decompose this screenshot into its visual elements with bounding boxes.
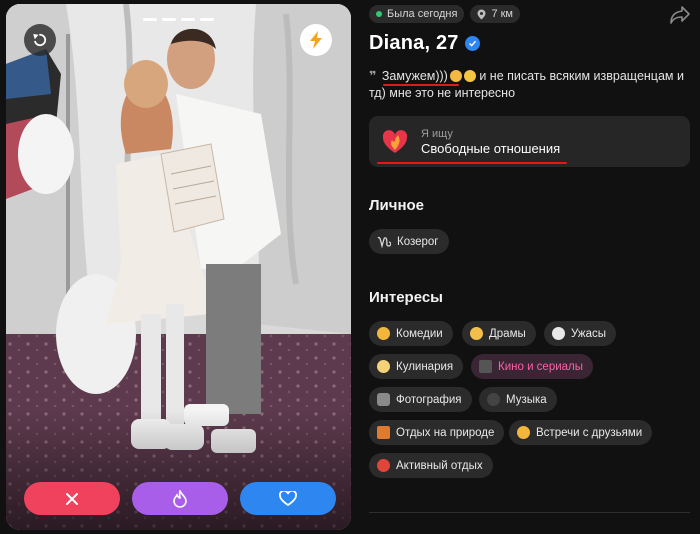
pleading-face-icon [470,327,483,340]
interest-tag: Музыка [479,387,557,412]
looking-for-text: Я ищу Свободные отношения [421,127,560,157]
interest-label: Активный отдых [396,459,483,472]
annotation-underline [377,162,567,164]
interest-tag: Фотография [369,387,472,412]
interest-tag: Кулинария [369,354,464,379]
interest-tag: Драмы [462,321,536,346]
personal-section-title: Личное [369,197,425,214]
interest-tag-highlighted: Кино и сериалы [471,354,594,379]
camping-icon [377,426,390,439]
looking-for-card: Я ищу Свободные отношения [369,116,690,167]
interest-label: Музыка [506,393,547,406]
photo-progress-segment [143,18,157,21]
undo-button[interactable] [24,24,56,56]
photo-progress-indicator [143,18,214,21]
chef-icon [377,360,390,373]
card-actions [24,482,336,515]
name-row: Diana, 27 [369,32,480,55]
online-status-text: Была сегодня [387,8,458,20]
dislike-button[interactable] [24,482,120,515]
online-status-badge: Была сегодня [369,5,465,23]
heart-icon [279,490,297,506]
music-notes-icon [487,393,500,406]
super-like-button[interactable] [132,482,228,515]
interest-tag: Ужасы [544,321,617,346]
capricorn-icon [377,236,391,249]
tag-label: Козерог [397,235,439,248]
distance-text: 7 км [491,8,513,20]
interest-label: Встречи с друзьями [536,426,643,439]
annotation-underline [383,84,459,86]
heart-on-fire-icon [382,129,408,153]
photo-progress-segment [162,18,176,21]
clapperboard-icon [479,360,492,373]
profile-panel: Была сегодня 7 км Diana, 27 ❞ Замужем)))… [369,0,700,534]
boost-button[interactable] [300,24,332,56]
bio-highlight-text: Замужем))) [381,69,448,83]
target-icon [377,459,390,472]
ghost-icon [552,327,565,340]
distance-badge: 7 км [470,5,520,23]
like-button[interactable] [240,482,336,515]
profile-photo-card[interactable] [6,4,351,530]
status-row: Была сегодня 7 км [369,5,520,23]
undo-icon [33,33,47,47]
interest-label: Комедии [396,327,443,340]
pleading-face-icon [463,70,476,82]
looking-for-label: Я ищу [421,127,453,140]
interest-tag: Отдых на природе [369,420,505,445]
quote-icon: ❞ [369,69,377,83]
interest-tag: Активный отдых [369,453,493,478]
interest-label: Ужасы [571,327,607,340]
interest-label: Отдых на природе [396,426,495,439]
interest-label: Кино и сериалы [498,360,584,373]
grinning-face-icon [377,327,390,340]
tag-zodiac: Козерог [369,229,449,254]
interest-label: Фотография [396,393,462,406]
verified-badge-icon [464,36,480,51]
interest-tag: Встречи с друзьями [509,420,653,445]
close-icon [66,492,78,505]
lightning-icon [310,31,322,49]
profile-name: Diana, 27 [369,32,459,54]
share-icon[interactable] [670,6,690,24]
flushed-face-icon [449,70,462,82]
interest-label: Кулинария [396,360,454,373]
handshake-icon [517,426,530,439]
looking-for-value: Свободные отношения [421,140,561,156]
online-dot-icon [376,11,382,17]
photo-progress-segment [200,18,214,21]
location-pin-icon [477,9,486,19]
photo-progress-segment [181,18,195,21]
section-divider [369,512,690,513]
camera-icon [377,393,390,406]
interest-tag: Комедии [369,321,453,346]
flame-icon [173,489,187,508]
interest-label: Драмы [489,327,526,340]
interests-section-title: Интересы [369,289,443,306]
